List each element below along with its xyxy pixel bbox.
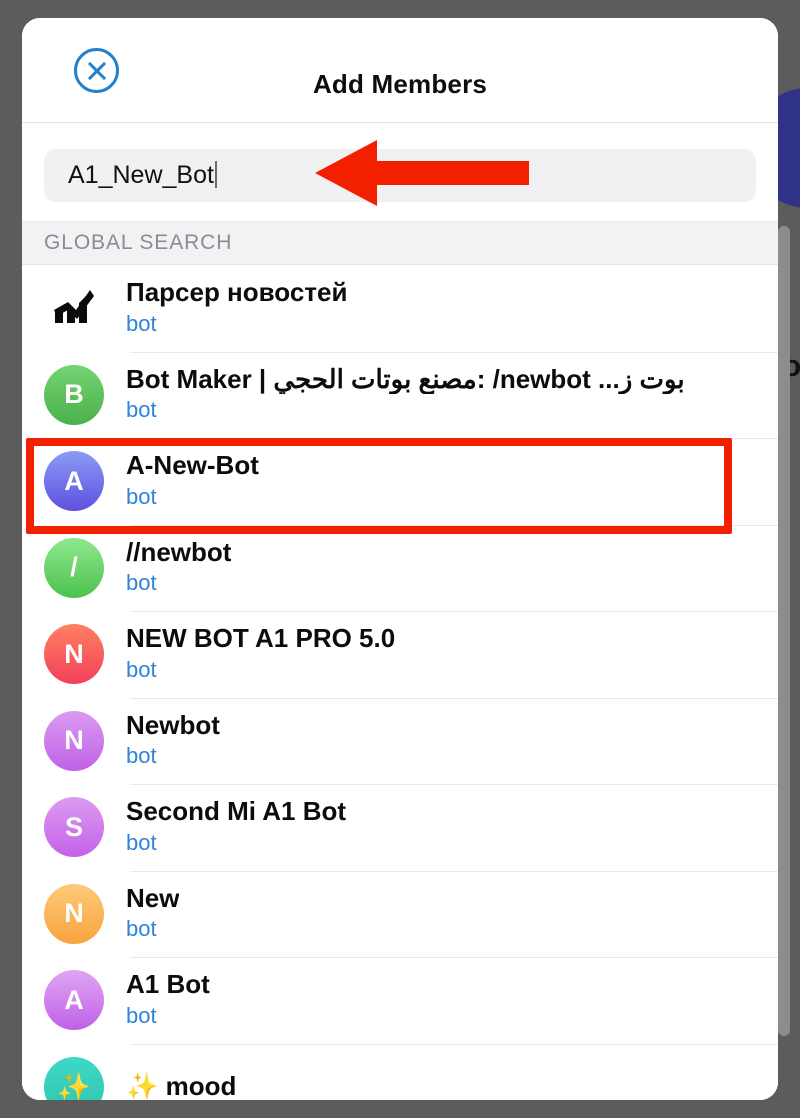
list-item-texts: NEW BOT A1 PRO 5.0 bot	[126, 624, 395, 684]
list-item-title: Second Mi A1 Bot	[126, 797, 347, 827]
list-item-subtitle: bot	[126, 743, 157, 769]
list-item-title: Bot Maker | مصنع بوتات الحجي: /newbot ..…	[126, 364, 685, 394]
page-title: Add Members	[312, 69, 488, 99]
list-item-texts: //newbot bot	[126, 538, 231, 598]
search-results-list: Парсер новостей bot B Bot Maker | مصنع بوتا…	[22, 265, 778, 1100]
list-item-title: A-New-Bot	[126, 451, 259, 481]
add-members-dialog: Add Members A1_New_Bot GLOBAL SEARCH Пар…	[22, 18, 778, 1100]
avatar: A	[44, 451, 104, 512]
avatar-bar-chart-arrow-icon	[44, 278, 104, 338]
text-caret	[214, 161, 217, 188]
scrollbar-thumb[interactable]	[778, 226, 790, 1036]
section-header-global-search: GLOBAL SEARCH	[22, 221, 778, 265]
list-item[interactable]: N NEW BOT A1 PRO 5.0 bot	[22, 611, 778, 698]
list-item-subtitle: bot	[126, 656, 157, 682]
list-item-texts: Newbot bot	[126, 711, 220, 771]
list-item-subtitle: bot	[126, 829, 157, 855]
list-item-subtitle: bot	[126, 570, 157, 596]
list-item[interactable]: Парсер новостей bot	[22, 265, 778, 352]
list-item-title: Парсер новостей	[126, 278, 348, 308]
list-item-title: A1 Bot	[126, 970, 210, 1000]
list-item[interactable]: ✨ ✨ mood	[22, 1043, 778, 1100]
avatar: A	[44, 970, 104, 1031]
list-item[interactable]: B Bot Maker | مصنع بوتات الحجي: /newbot .…	[22, 351, 778, 438]
list-item-title: Newbot	[126, 710, 220, 740]
list-item-title: //newbot	[126, 537, 232, 567]
screen: fo Add Members A1_New_Bot GLOBAL SEARCH …	[0, 0, 800, 1118]
list-item[interactable]: / //newbot bot	[22, 524, 778, 611]
avatar: B	[44, 364, 104, 425]
dialog-header: Add Members	[22, 18, 778, 123]
list-item-texts: New bot	[126, 884, 179, 944]
list-item-texts: Second Mi A1 Bot bot	[126, 797, 346, 857]
search-input-value-wrap: A1_New_Bot	[68, 161, 217, 190]
avatar: N	[44, 883, 104, 944]
list-item[interactable]: N New bot	[22, 870, 778, 957]
list-item-subtitle: bot	[126, 483, 157, 509]
list-item-title: ✨ mood	[126, 1071, 237, 1100]
search-input[interactable]: A1_New_Bot	[44, 149, 756, 202]
list-item-subtitle: bot	[126, 916, 157, 942]
list-item-texts: A-New-Bot bot	[126, 451, 259, 511]
avatar: N	[44, 710, 104, 771]
list-item-subtitle: bot	[126, 310, 157, 336]
list-item-title: NEW BOT A1 PRO 5.0	[126, 624, 396, 654]
list-item[interactable]: A A-New-Bot bot	[22, 438, 778, 525]
list-item-subtitle: bot	[126, 1002, 157, 1028]
search-input-text: A1_New_Bot	[68, 161, 214, 189]
section-header-label: GLOBAL SEARCH	[44, 231, 233, 254]
list-item-texts: ✨ mood	[126, 1072, 236, 1100]
avatar: S	[44, 797, 104, 858]
list-item-texts: A1 Bot bot	[126, 970, 210, 1030]
list-item-texts: Bot Maker | مصنع بوتات الحجي: /newbot ..…	[126, 365, 685, 425]
list-item-subtitle: bot	[126, 397, 157, 423]
list-item[interactable]: S Second Mi A1 Bot bot	[22, 784, 778, 871]
list-item-title: New	[126, 883, 180, 913]
list-item[interactable]: A A1 Bot bot	[22, 957, 778, 1044]
list-item-texts: Парсер новостей bot	[126, 278, 347, 338]
list-item[interactable]: N Newbot bot	[22, 697, 778, 784]
search-bar: A1_New_Bot	[22, 123, 778, 221]
avatar: N	[44, 624, 104, 685]
avatar: /	[44, 537, 104, 598]
avatar: ✨	[44, 1056, 104, 1100]
scrollbar[interactable]	[778, 226, 790, 1036]
